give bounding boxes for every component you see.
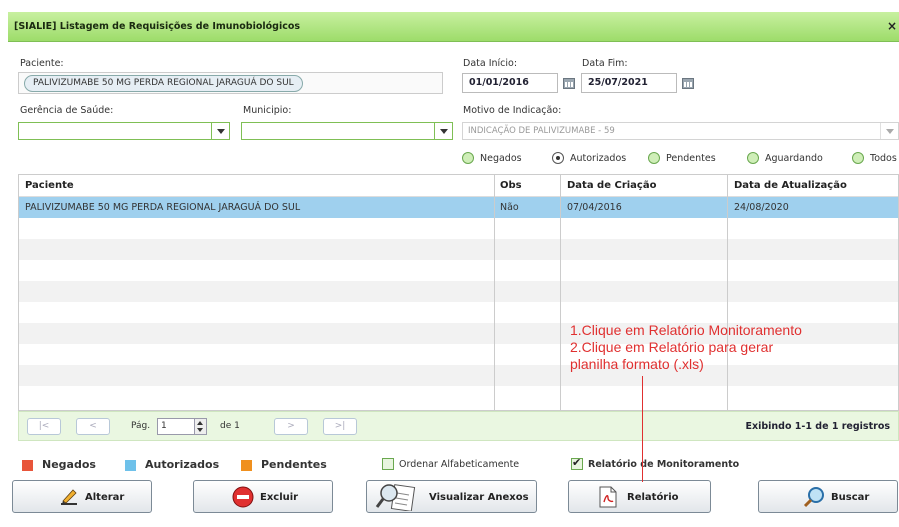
page-total: de 1: [220, 421, 240, 431]
data-fim-label: Data Fim:: [582, 58, 628, 69]
alterar-button[interactable]: Alterar: [12, 480, 152, 513]
column-header-obs[interactable]: Obs: [494, 175, 522, 196]
search-icon: [803, 487, 824, 508]
chevron-down-icon[interactable]: [211, 123, 229, 139]
cell-obs: Não: [500, 202, 519, 213]
cell-paciente: PALIVIZUMABE 50 MG PERDA REGIONAL JARAGU…: [25, 202, 301, 213]
radio-circle-icon[interactable]: [462, 152, 474, 164]
radio-circle-icon[interactable]: [747, 152, 759, 164]
prev-page-button[interactable]: <: [76, 418, 110, 435]
relatorio-button[interactable]: Relatório: [568, 480, 711, 513]
chevron-down-icon[interactable]: [434, 123, 452, 139]
last-page-button[interactable]: >|: [323, 418, 357, 435]
gerencia-label: Gerência de Saúde:: [20, 105, 114, 116]
checkbox-icon[interactable]: [382, 458, 394, 470]
radio-circle-icon[interactable]: [852, 152, 864, 164]
table-row-empty: [19, 239, 898, 260]
table-row[interactable]: PALIVIZUMABE 50 MG PERDA REGIONAL JARAGU…: [19, 197, 898, 218]
column-divider: [727, 175, 728, 410]
pager: |< < Pág. 1 de 1 > >| Exibindo 1-1 de 1 …: [18, 411, 899, 441]
table-row-empty: [19, 302, 898, 323]
magnifier-document-icon: [375, 484, 416, 511]
visualizar-anexos-button[interactable]: Visualizar Anexos: [366, 480, 537, 513]
radio-circle-icon[interactable]: [552, 152, 564, 164]
column-header-paciente[interactable]: Paciente: [19, 175, 74, 196]
radio-circle-icon[interactable]: [648, 152, 660, 164]
legend-swatch: [22, 460, 33, 471]
municipio-select[interactable]: [241, 122, 453, 140]
first-page-button[interactable]: |<: [27, 418, 61, 435]
column-divider: [560, 175, 561, 410]
data-fim-input[interactable]: 25/07/2021: [581, 73, 677, 93]
cell-data-criacao: 07/04/2016: [567, 202, 622, 213]
buscar-button[interactable]: Buscar: [758, 480, 898, 513]
minus-circle-icon: [232, 486, 254, 508]
calendar-icon[interactable]: [682, 78, 694, 89]
excluir-button[interactable]: Excluir: [193, 480, 333, 513]
checkbox-checked-icon[interactable]: [571, 456, 583, 470]
page-number[interactable]: 1: [161, 421, 167, 431]
page-label: Pág.: [131, 421, 151, 431]
gerencia-select[interactable]: [18, 122, 230, 140]
title-bar: [SIALIE] Listagem de Requisições de Imun…: [8, 12, 899, 42]
table-row-empty: [19, 260, 898, 281]
annotation-pointer-line: [642, 376, 643, 482]
instruction-annotation: 1.Clique em Relatório Monitoramento 2.Cl…: [570, 322, 850, 373]
close-icon[interactable]: ×: [887, 19, 897, 33]
record-count: Exibindo 1-1 de 1 registros: [745, 421, 890, 432]
column-header-data-criacao[interactable]: Data de Criação: [561, 175, 656, 196]
motivo-select[interactable]: INDICAÇÃO DE PALIVIZUMABE - 59: [462, 122, 899, 140]
cell-data-atualizacao: 24/08/2020: [734, 202, 789, 213]
table-header: Paciente Obs Data de Criação Data de Atu…: [19, 175, 898, 197]
requisicoes-table: Paciente Obs Data de Criação Data de Atu…: [18, 174, 899, 411]
next-page-button[interactable]: >: [274, 418, 308, 435]
pdf-document-icon: [599, 486, 617, 508]
paciente-token[interactable]: PALIVIZUMABE 50 MG PERDA REGIONAL JARAGU…: [24, 75, 303, 92]
column-header-data-atualizacao[interactable]: Data de Atualização: [728, 175, 847, 196]
municipio-label: Municipio:: [243, 105, 292, 116]
motivo-label: Motivo de Indicação:: [463, 105, 562, 116]
table-row-empty: [19, 386, 898, 407]
table-row-empty: [19, 281, 898, 302]
calendar-icon[interactable]: [563, 78, 575, 89]
data-inicio-input[interactable]: 01/01/2016: [462, 73, 558, 93]
legend-swatch: [241, 460, 252, 471]
data-inicio-label: Data Início:: [463, 58, 518, 69]
window-title: [SIALIE] Listagem de Requisições de Imun…: [14, 21, 301, 32]
annotation-line-1: 1.Clique em Relatório Monitoramento: [570, 322, 802, 338]
pencil-icon: [61, 489, 77, 505]
paciente-label: Paciente:: [20, 58, 64, 69]
dialog-window: [SIALIE] Listagem de Requisições de Imun…: [0, 0, 899, 527]
table-row-empty: [19, 218, 898, 239]
spinner-arrows-icon[interactable]: [194, 419, 206, 434]
page-stepper[interactable]: 1: [157, 418, 207, 435]
legend-swatch: [125, 460, 136, 471]
annotation-line-2: 2.Clique em Relatório para gerar: [570, 339, 774, 355]
chevron-down-icon[interactable]: [880, 123, 898, 139]
annotation-line-3: planilha formato (.xls): [570, 356, 704, 372]
column-divider: [494, 175, 495, 410]
